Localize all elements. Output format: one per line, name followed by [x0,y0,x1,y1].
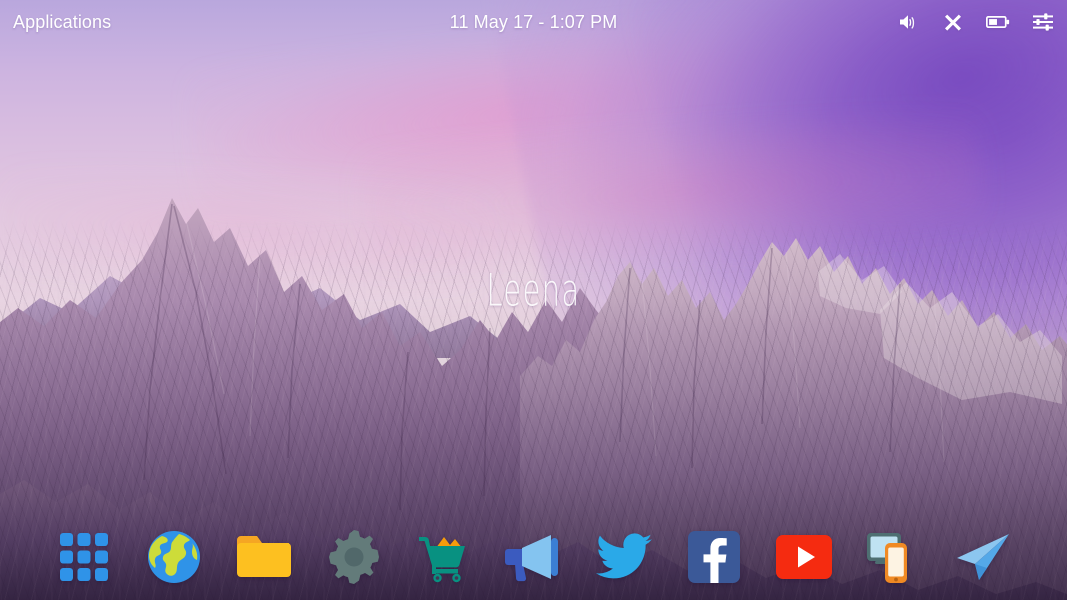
dock-item-files[interactable] [219,521,309,593]
devices-icon [865,529,923,585]
desktop-screen: Leena Applications 11 May 17 - 1:07 PM [0,0,1067,600]
youtube-icon [775,535,832,579]
gear-icon [326,529,382,585]
dock-item-facebook[interactable] [669,521,759,593]
dock-item-browser[interactable] [129,521,219,593]
dock [0,514,1067,600]
dock-item-twitter[interactable] [579,521,669,593]
dock-item-telegram[interactable] [939,521,1029,593]
dock-item-youtube[interactable] [759,521,849,593]
dock-item-settings[interactable] [309,521,399,593]
applications-menu-button[interactable]: Applications [9,9,115,35]
paper-plane-icon [955,532,1013,582]
close-icon[interactable] [941,10,965,34]
dock-item-devices[interactable] [849,521,939,593]
megaphone-icon [504,531,563,583]
shopping-cart-icon [415,529,473,585]
globe-icon [146,529,202,585]
top-panel: Applications 11 May 17 - 1:07 PM [0,0,1067,44]
settings-sliders-icon[interactable] [1031,10,1055,34]
dock-item-announcements[interactable] [489,521,579,593]
clock-label[interactable]: 11 May 17 - 1:07 PM [450,12,618,32]
desktop-wallpaper: Leena [0,0,1067,600]
dock-item-store[interactable] [399,521,489,593]
app-grid-icon [57,530,111,584]
volume-icon[interactable] [896,10,920,34]
twitter-bird-icon [595,533,652,581]
folder-icon [235,532,293,582]
top-panel-left: Applications [0,9,115,35]
battery-icon[interactable] [986,10,1010,34]
facebook-icon [687,531,740,583]
system-tray [896,10,1055,34]
desktop-watermark: Leena [486,265,581,317]
dock-item-app-grid[interactable] [39,521,129,593]
